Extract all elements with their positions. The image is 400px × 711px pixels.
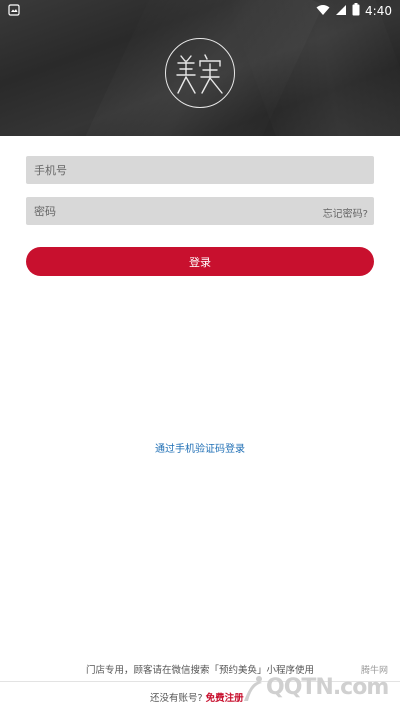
sms-login-link[interactable]: 通过手机验证码登录 [0, 440, 400, 455]
clock: 4:40 [365, 4, 392, 18]
battery-icon [352, 3, 360, 19]
wifi-icon [316, 4, 330, 19]
watermark-big-text: QQTN.com [266, 675, 389, 700]
password-input[interactable] [34, 204, 366, 218]
header-banner: 4:40 [0, 0, 400, 136]
status-bar: 4:40 [0, 0, 400, 22]
login-button[interactable]: 登录 [26, 247, 374, 276]
signal-icon [335, 4, 347, 19]
register-row: 还没有账号? 免费注册 [150, 690, 244, 704]
watermark-logo-icon [240, 673, 266, 709]
brand-logo-icon [165, 38, 235, 108]
watermark: 腾牛网 QQTN.com [238, 659, 396, 709]
status-icons: 4:40 [316, 3, 392, 19]
phone-input[interactable] [34, 163, 366, 177]
phone-field[interactable] [26, 156, 374, 184]
notification-icon [8, 4, 20, 19]
forgot-password-link[interactable]: 忘记密码? [323, 205, 368, 220]
password-field[interactable]: 忘记密码? [26, 197, 374, 225]
no-account-text: 还没有账号? [150, 693, 203, 704]
